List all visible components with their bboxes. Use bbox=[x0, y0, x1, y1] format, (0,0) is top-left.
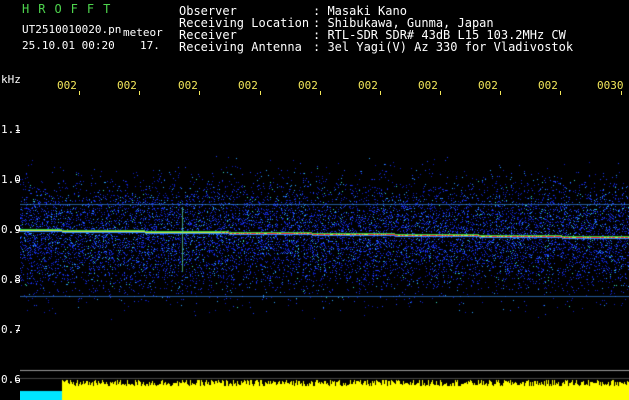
time-tick-label: 002 bbox=[298, 79, 318, 92]
time-tick-label: 002 bbox=[238, 79, 258, 92]
time-tick-label: 002 bbox=[117, 79, 137, 92]
event-tag-label: meteor bbox=[123, 26, 163, 39]
time-tick-mark bbox=[79, 91, 80, 95]
time-tick-label: 0030 bbox=[597, 79, 624, 92]
time-tick-mark bbox=[380, 91, 381, 95]
time-tick-label: 002 bbox=[478, 79, 498, 92]
time-tick-mark bbox=[440, 91, 441, 95]
y-axis-unit-label: kHz bbox=[1, 73, 21, 86]
header-value-antenna: : 3el Yagi(V) Az 330 for Vladivostok bbox=[313, 40, 574, 54]
timestamp-label: 25.10.01 00:20 bbox=[22, 39, 115, 52]
time-tick-mark bbox=[199, 91, 200, 95]
time-tick-mark bbox=[320, 91, 321, 95]
time-tick-label: 002 bbox=[538, 79, 558, 92]
time-tick-label: 002 bbox=[418, 79, 438, 92]
hrofft-brand-title: HROFFT bbox=[22, 2, 120, 16]
time-tick-mark bbox=[560, 91, 561, 95]
time-tick-label: 002 bbox=[57, 79, 77, 92]
time-tick-mark bbox=[139, 91, 140, 95]
time-tick-mark bbox=[621, 91, 622, 95]
file-name-label: UT2510010020.pn bbox=[22, 23, 122, 36]
time-tick-label: 002 bbox=[178, 79, 198, 92]
time-tick-mark bbox=[260, 91, 261, 95]
time-tick-label: 002 bbox=[358, 79, 378, 92]
spectrogram-waterfall bbox=[20, 97, 629, 400]
header-label-antenna: Receiving Antenna bbox=[179, 40, 302, 54]
time-tick-mark bbox=[500, 91, 501, 95]
counter-label: 17. bbox=[140, 39, 160, 52]
